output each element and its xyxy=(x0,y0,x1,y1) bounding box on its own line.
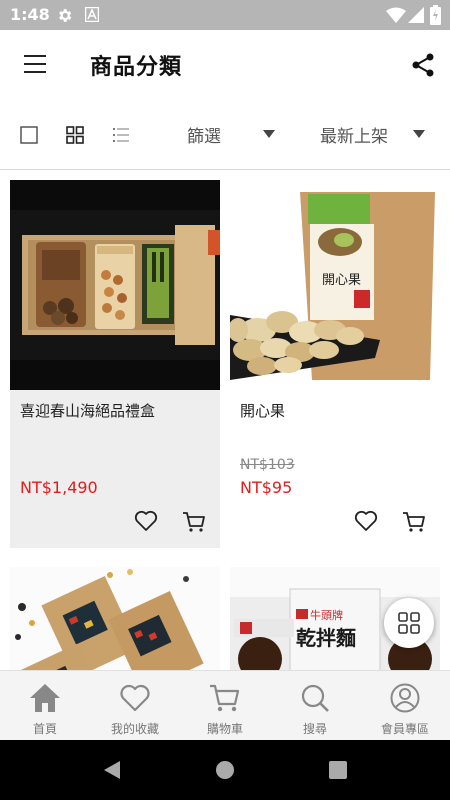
noodle-bag-label: 乾拌麵 xyxy=(296,626,356,650)
product-name[interactable]: 開心果 xyxy=(240,400,285,421)
nav-label: 購物車 xyxy=(206,722,243,736)
nav-item-account[interactable]: 會員專區 xyxy=(360,671,450,741)
nav-item-favorites[interactable]: 我的收藏 xyxy=(90,671,180,741)
menu-icon-line xyxy=(24,63,46,65)
home-circle-icon[interactable] xyxy=(215,760,235,780)
app-notification-icon xyxy=(85,7,99,22)
chevron-down-icon xyxy=(263,130,275,138)
back-icon[interactable] xyxy=(102,760,122,780)
snack-bags-image xyxy=(10,567,220,670)
menu-button[interactable] xyxy=(22,55,48,77)
heart-icon xyxy=(120,684,150,712)
category-grid-button[interactable] xyxy=(384,598,434,648)
recents-icon[interactable] xyxy=(328,760,348,780)
settings-icon xyxy=(59,9,72,22)
chevron-down-icon xyxy=(413,130,425,138)
app-bar: 商品分類 xyxy=(0,30,450,100)
filter-label: 篩選 xyxy=(187,127,221,147)
system-navigation-bar xyxy=(0,740,450,800)
menu-icon-line xyxy=(24,55,46,57)
add-to-cart-icon[interactable] xyxy=(402,511,426,533)
product-image[interactable]: 開心果 xyxy=(230,180,440,390)
search-icon xyxy=(301,684,329,712)
nav-item-home[interactable]: 首頁 xyxy=(0,671,90,741)
nav-label: 我的收藏 xyxy=(110,722,159,736)
filter-toolbar: 篩選 最新上架 xyxy=(0,100,450,170)
battery-icon xyxy=(430,5,441,25)
home-icon xyxy=(30,684,60,712)
product-name[interactable]: 喜迎春山海絕品禮盒 xyxy=(20,400,155,421)
nav-label: 搜尋 xyxy=(302,722,327,736)
bottom-navigation: 首頁 我的收藏 購物車 搜尋 會員專區 xyxy=(0,670,450,740)
product-original-price: NT$103 xyxy=(240,457,295,473)
sort-dropdown[interactable]: 最新上架 xyxy=(320,122,430,147)
single-view-icon[interactable] xyxy=(20,126,38,144)
product-image[interactable] xyxy=(10,567,220,670)
nav-item-search[interactable]: 搜尋 xyxy=(270,671,360,741)
product-price: NT$1,490 xyxy=(20,478,98,497)
wifi-icon xyxy=(386,7,406,23)
filter-dropdown[interactable]: 篩選 xyxy=(187,122,277,147)
product-image[interactable] xyxy=(10,180,220,390)
gift-box-image xyxy=(10,180,220,390)
pistachio-image: 開心果 xyxy=(230,180,440,390)
add-to-cart-icon[interactable] xyxy=(182,511,206,533)
share-icon[interactable] xyxy=(410,52,436,78)
nav-label: 會員專區 xyxy=(380,722,429,736)
cart-icon xyxy=(210,684,240,712)
product-card[interactable]: 開心果 開心果 NT$103 NT$95 xyxy=(230,180,440,548)
product-card[interactable]: 喜迎春山海絕品禮盒 NT$1,490 xyxy=(10,180,220,548)
product-card[interactable] xyxy=(10,567,220,670)
page-title: 商品分類 xyxy=(90,55,183,80)
status-time: 1:48 xyxy=(10,5,50,24)
bag-label: 開心果 xyxy=(322,273,361,288)
list-view-icon[interactable] xyxy=(112,126,130,144)
status-bar: 1:48 xyxy=(0,0,450,30)
account-icon xyxy=(390,683,420,713)
nav-label: 首頁 xyxy=(32,722,57,736)
favorite-heart-icon[interactable] xyxy=(134,510,158,532)
sort-label: 最新上架 xyxy=(320,127,388,147)
noodle-brand-text: 牛頭牌 xyxy=(310,608,343,622)
signal-icon xyxy=(408,7,424,23)
favorite-heart-icon[interactable] xyxy=(354,510,378,532)
product-price: NT$95 xyxy=(240,478,293,497)
grid-view-icon[interactable] xyxy=(66,126,84,144)
menu-icon-line xyxy=(24,71,46,73)
grid-menu-icon xyxy=(398,612,420,634)
nav-item-cart[interactable]: 購物車 xyxy=(180,671,270,741)
